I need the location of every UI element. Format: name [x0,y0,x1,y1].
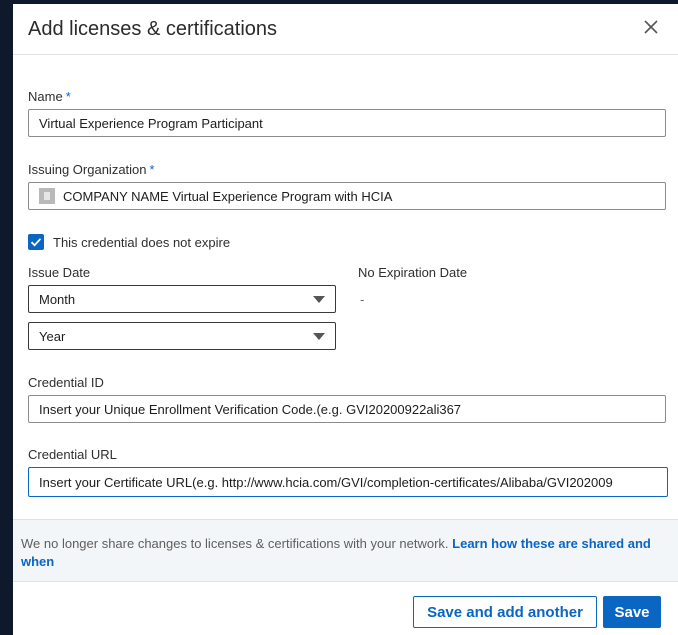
issuing-org-input[interactable]: COMPANY NAME Virtual Experience Program … [28,182,666,210]
close-icon[interactable] [638,14,664,40]
organization-logo-icon [39,188,55,204]
sharing-notice: We no longer share changes to licenses &… [13,519,678,582]
checkmark-icon [30,238,42,247]
save-button[interactable]: Save [603,596,661,628]
chevron-down-icon [313,296,325,303]
credential-url-label: Credential URL [28,447,117,462]
no-expire-label[interactable]: This credential does not expire [53,235,230,250]
no-expire-checkbox[interactable] [28,234,44,250]
credential-url-input[interactable]: Insert your Certificate URL(e.g. http://… [28,467,668,497]
credential-id-input[interactable]: Insert your Unique Enrollment Verificati… [28,395,666,423]
chevron-down-icon [313,333,325,340]
issue-date-label: Issue Date [28,265,91,280]
dialog-header: Add licenses & certifications [13,4,678,55]
issue-year-select[interactable]: Year [28,322,336,350]
name-label: Name * [28,89,71,104]
required-mark: * [65,89,71,104]
issue-month-select[interactable]: Month [28,285,336,313]
add-certification-dialog: Add licenses & certifications Name * Virt… [13,4,678,635]
dialog-title: Add licenses & certifications [28,18,278,40]
expiration-date-label: No Expiration Date [358,265,468,280]
name-input[interactable]: Virtual Experience Program Participant [28,109,666,137]
save-and-add-another-button[interactable]: Save and add another [413,596,597,628]
required-mark: * [149,162,155,177]
issuing-org-label: Issuing Organization * [28,162,155,177]
credential-id-label: Credential ID [28,375,104,390]
expiration-date-value: - [360,292,365,307]
